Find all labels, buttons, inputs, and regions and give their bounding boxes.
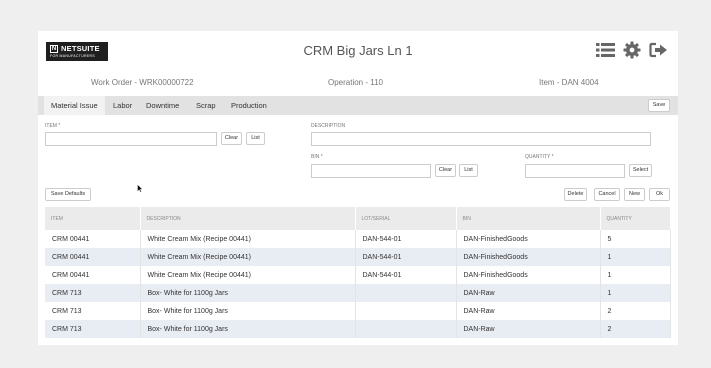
cell-description: Box- White for 1100g Jars (140, 284, 356, 302)
operation-label: Operation - 110 (328, 78, 383, 87)
column-header-quantity: QUANTITY (600, 207, 671, 230)
cell-quantity: 1 (600, 266, 671, 284)
cell-lot-serial: DAN-544-01 (355, 266, 457, 284)
table-row[interactable]: CRM 00441 White Cream Mix (Recipe 00441)… (45, 248, 671, 266)
cell-lot-serial: DAN-544-01 (355, 230, 457, 248)
cell-item: CRM 713 (45, 320, 141, 338)
cell-item: CRM 00441 (45, 248, 141, 266)
cell-quantity: 2 (600, 320, 671, 338)
cell-bin: DAN-FinishedGoods (456, 248, 601, 266)
cancel-button[interactable]: Cancel (594, 188, 620, 201)
description-input[interactable] (311, 132, 651, 146)
bin-list-button[interactable]: List (459, 164, 478, 177)
cell-description: White Cream Mix (Recipe 00441) (140, 230, 356, 248)
bin-clear-button[interactable]: Clear (435, 164, 456, 177)
tab-bar: Material Issue Labor Downtime Scrap Prod… (38, 96, 678, 115)
tab-scrap[interactable]: Scrap (196, 96, 216, 115)
table-row[interactable]: CRM 00441 White Cream Mix (Recipe 00441)… (45, 266, 671, 284)
cell-description: Box- White for 1100g Jars (140, 320, 356, 338)
gear-icon[interactable] (623, 41, 643, 59)
bin-input[interactable] (311, 164, 431, 178)
cell-lot-serial: DAN-544-01 (355, 248, 457, 266)
table-header-row: ITEM DESCRIPTION LOT/SERIAL BIN QUANTITY (45, 207, 671, 230)
tab-production[interactable]: Production (231, 96, 267, 115)
work-order-label: Work Order - WRK00000722 (91, 78, 194, 87)
quantity-field-label: QUANTITY * (525, 154, 554, 160)
quantity-input[interactable] (525, 164, 625, 178)
cell-bin: DAN-Raw (456, 320, 601, 338)
item-clear-button[interactable]: Clear (221, 132, 242, 145)
cell-bin: DAN-Raw (456, 302, 601, 320)
column-header-lot-serial: LOT/SERIAL (355, 207, 457, 230)
cell-quantity: 2 (600, 302, 671, 320)
cell-quantity: 1 (600, 284, 671, 302)
cell-lot-serial (355, 320, 457, 338)
item-label: Item - DAN 4004 (539, 78, 599, 87)
tab-labor[interactable]: Labor (113, 96, 132, 115)
cell-item: CRM 713 (45, 302, 141, 320)
cell-description: White Cream Mix (Recipe 00441) (140, 266, 356, 284)
column-header-item: ITEM (45, 207, 141, 230)
save-button[interactable]: Save (648, 99, 670, 112)
bin-field-label: BIN * (311, 154, 323, 160)
ok-button[interactable]: Ok (649, 188, 670, 201)
sign-out-icon[interactable] (649, 41, 669, 59)
cell-bin: DAN-FinishedGoods (456, 266, 601, 284)
list-icon[interactable] (596, 41, 616, 59)
cell-item: CRM 00441 (45, 266, 141, 284)
delete-button[interactable]: Delete (564, 188, 587, 201)
select-button[interactable]: Select (629, 164, 652, 177)
cell-quantity: 5 (600, 230, 671, 248)
table-row[interactable]: CRM 713 Box- White for 1100g Jars DAN-Ra… (45, 302, 671, 320)
cell-lot-serial (355, 302, 457, 320)
cell-bin: DAN-FinishedGoods (456, 230, 601, 248)
page-title: CRM Big Jars Ln 1 (303, 43, 413, 58)
new-button[interactable]: New (624, 188, 645, 201)
description-field-label: DESCRIPTION (311, 123, 346, 129)
table-row[interactable]: CRM 713 Box- White for 1100g Jars DAN-Ra… (45, 284, 671, 302)
cell-description: Box- White for 1100g Jars (140, 302, 356, 320)
tab-material-issue[interactable]: Material Issue (44, 96, 105, 115)
save-defaults-button[interactable]: Save Defaults (45, 188, 91, 201)
cell-description: White Cream Mix (Recipe 00441) (140, 248, 356, 266)
work-order-card: N NETSUITE FOR MANUFACTURERS CRM Big Jar… (38, 31, 678, 345)
tab-downtime[interactable]: Downtime (146, 96, 179, 115)
cell-quantity: 1 (600, 248, 671, 266)
item-input[interactable] (45, 132, 217, 146)
cell-item: CRM 00441 (45, 230, 141, 248)
cell-item: CRM 713 (45, 284, 141, 302)
column-header-bin: BIN (456, 207, 601, 230)
cell-bin: DAN-Raw (456, 284, 601, 302)
mouse-cursor-icon (137, 184, 143, 195)
cell-lot-serial (355, 284, 457, 302)
table-row[interactable]: CRM 00441 White Cream Mix (Recipe 00441)… (45, 230, 671, 248)
item-list-button[interactable]: List (246, 132, 265, 145)
item-field-label: ITEM * (45, 123, 61, 129)
column-header-description: DESCRIPTION (140, 207, 356, 230)
material-table: ITEM DESCRIPTION LOT/SERIAL BIN QUANTITY… (45, 207, 671, 338)
table-row[interactable]: CRM 713 Box- White for 1100g Jars DAN-Ra… (45, 320, 671, 338)
